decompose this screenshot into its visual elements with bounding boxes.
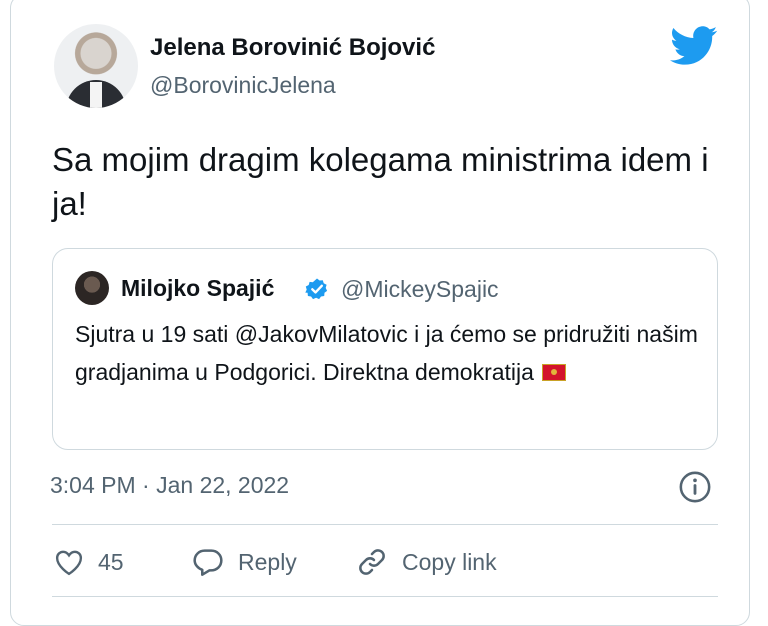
author-handle[interactable]: @BorovinicJelena: [150, 72, 336, 99]
author-name[interactable]: Jelena Borovinić Bojović: [150, 34, 435, 62]
tweet-text: Sa mojim dragim kolegama ministrima idem…: [52, 141, 709, 222]
quoted-author-avatar: [75, 271, 109, 305]
avatar-collar: [90, 82, 102, 108]
like-button[interactable]: 45: [54, 544, 124, 580]
twitter-bird-icon[interactable]: [670, 26, 718, 66]
quoted-text-body: Sjutra u 19 sati @JakovMilatovic i ja će…: [75, 321, 698, 385]
quoted-author-handle: @MickeySpajic: [341, 276, 499, 302]
bottom-divider: [52, 596, 718, 597]
like-count: 45: [98, 548, 124, 575]
info-icon[interactable]: [678, 470, 712, 504]
quoted-tweet[interactable]: Milojko Spajić @MickeySpajic Sjutra u 19…: [52, 248, 718, 450]
divider: [52, 524, 718, 525]
link-icon: [359, 549, 385, 575]
author-avatar[interactable]: [54, 24, 138, 108]
quoted-tweet-text: Sjutra u 19 sati @JakovMilatovic i ja će…: [75, 315, 715, 391]
quoted-author-name: Milojko Spajić: [121, 275, 275, 301]
copy-link-button[interactable]: Copy link: [356, 544, 497, 580]
verified-badge-icon: [305, 278, 328, 300]
reply-button[interactable]: Reply: [192, 544, 297, 580]
tweet-timestamp[interactable]: 3:04 PM · Jan 22, 2022: [50, 472, 289, 499]
heart-icon: [55, 550, 83, 576]
reply-label: Reply: [238, 548, 297, 575]
copy-link-label: Copy link: [402, 548, 497, 575]
reply-bubble-icon: [193, 549, 223, 576]
montenegro-flag-icon: [541, 364, 566, 381]
